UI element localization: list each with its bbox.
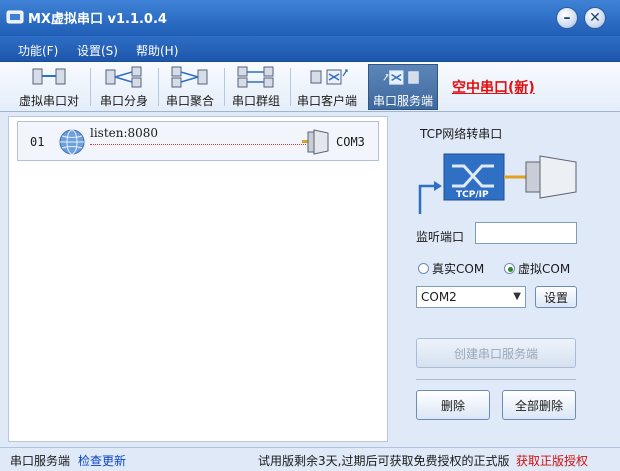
tool-label: 串口群组 bbox=[231, 94, 280, 108]
toolbar: 虚拟串口对 串口分身 串口聚合 串口群组 串口客户端 串口服务端 空中串口(新) bbox=[0, 62, 620, 112]
tool-label: 串口服务端 bbox=[372, 94, 433, 108]
app-icon bbox=[6, 10, 24, 24]
serial-client-icon bbox=[310, 69, 348, 85]
create-server-button[interactable]: 创建串口服务端 bbox=[416, 338, 576, 368]
radio-dot bbox=[418, 263, 429, 274]
virtual-com-radio[interactable]: 虚拟COM bbox=[504, 260, 570, 277]
server-list[interactable]: 01 listen:8080 COM3 bbox=[8, 116, 388, 442]
com-port-label: COM3 bbox=[336, 135, 365, 149]
close-icon: ✕ bbox=[589, 10, 601, 26]
menu-help[interactable]: 帮助(H) bbox=[136, 42, 178, 59]
divider bbox=[416, 379, 576, 380]
radio-label: 真实COM bbox=[432, 262, 485, 276]
toolbar-divider bbox=[158, 68, 159, 106]
trial-notice: 试用版剩余3天,过期后可获取免费授权的正式版 bbox=[258, 454, 510, 468]
settings-button[interactable]: 设置 bbox=[535, 286, 577, 308]
serial-pair-icon bbox=[32, 68, 66, 85]
status-bar: 串口服务端 检查更新 试用版剩余3天,过期后可获取免费授权的正式版 获取正版授权 bbox=[0, 447, 620, 471]
tool-serial-server[interactable]: 串口服务端 bbox=[368, 64, 438, 110]
tcp-to-serial-graphic: TCP/IP bbox=[418, 153, 577, 214]
air-serial-link[interactable]: 空中串口(新) bbox=[452, 77, 535, 97]
tool-label: 串口客户端 bbox=[296, 94, 357, 108]
toolbar-divider bbox=[224, 68, 225, 106]
serial-server-icon bbox=[383, 70, 419, 85]
listen-port-input[interactable] bbox=[475, 222, 577, 244]
minimize-button[interactable]: – bbox=[556, 7, 578, 29]
close-button[interactable]: ✕ bbox=[584, 7, 606, 29]
config-panel: TCP网络转串口 TCP/IP 监听端口 真实COM 虚拟COM COM2 ▼ … bbox=[404, 116, 614, 442]
window-title: MX虚拟串口 v1.1.0.4 bbox=[28, 12, 167, 27]
tool-label: 串口聚合 bbox=[165, 94, 214, 108]
tool-serial-split[interactable]: 串口分身 bbox=[96, 64, 152, 110]
toolbar-divider bbox=[290, 68, 291, 106]
delete-all-button[interactable]: 全部删除 bbox=[502, 390, 576, 420]
status-mode: 串口服务端 bbox=[10, 454, 71, 468]
row-index: 01 bbox=[30, 135, 45, 149]
tool-serial-client[interactable]: 串口客户端 bbox=[294, 64, 360, 110]
globe-icon bbox=[59, 129, 85, 155]
toolbar-divider bbox=[90, 68, 91, 106]
minimize-icon: – bbox=[563, 10, 571, 26]
menu-function[interactable]: 功能(F) bbox=[18, 42, 58, 59]
serial-split-icon bbox=[105, 66, 142, 88]
radio-label: 虚拟COM bbox=[518, 262, 571, 276]
listen-port-label: 监听端口 bbox=[416, 230, 465, 244]
tool-serial-aggregate[interactable]: 串口聚合 bbox=[162, 64, 218, 110]
delete-button[interactable]: 删除 bbox=[416, 390, 490, 420]
panel-title: TCP网络转串口 bbox=[420, 127, 503, 141]
tool-serial-group[interactable]: 串口群组 bbox=[228, 64, 284, 110]
menu-bar: 功能(F) 设置(S) 帮助(H) bbox=[0, 36, 620, 62]
title-bar: MX虚拟串口 v1.1.0.4 – ✕ bbox=[0, 0, 620, 36]
listen-label: listen:8080 bbox=[90, 126, 159, 140]
list-item[interactable]: 01 listen:8080 COM3 bbox=[17, 121, 379, 161]
com-port-select[interactable]: COM2 ▼ bbox=[416, 286, 526, 308]
db9-connector-icon bbox=[302, 129, 329, 155]
get-license-link[interactable]: 获取正版授权 bbox=[516, 452, 588, 469]
check-update-link[interactable]: 检查更新 bbox=[78, 452, 126, 469]
real-com-radio[interactable]: 真实COM bbox=[418, 260, 484, 277]
radio-dot-selected bbox=[504, 263, 515, 274]
tool-label: 虚拟串口对 bbox=[18, 94, 79, 108]
serial-group-icon bbox=[237, 66, 274, 88]
tool-label: 串口分身 bbox=[99, 94, 148, 108]
tool-virtual-pair[interactable]: 虚拟串口对 bbox=[14, 64, 84, 110]
select-value: COM2 bbox=[421, 290, 457, 304]
tcp-ip-label: TCP/IP bbox=[456, 190, 489, 200]
menu-settings[interactable]: 设置(S) bbox=[77, 42, 118, 59]
serial-aggregate-icon bbox=[171, 66, 208, 88]
connection-line bbox=[90, 144, 306, 145]
chevron-down-icon: ▼ bbox=[513, 291, 521, 302]
